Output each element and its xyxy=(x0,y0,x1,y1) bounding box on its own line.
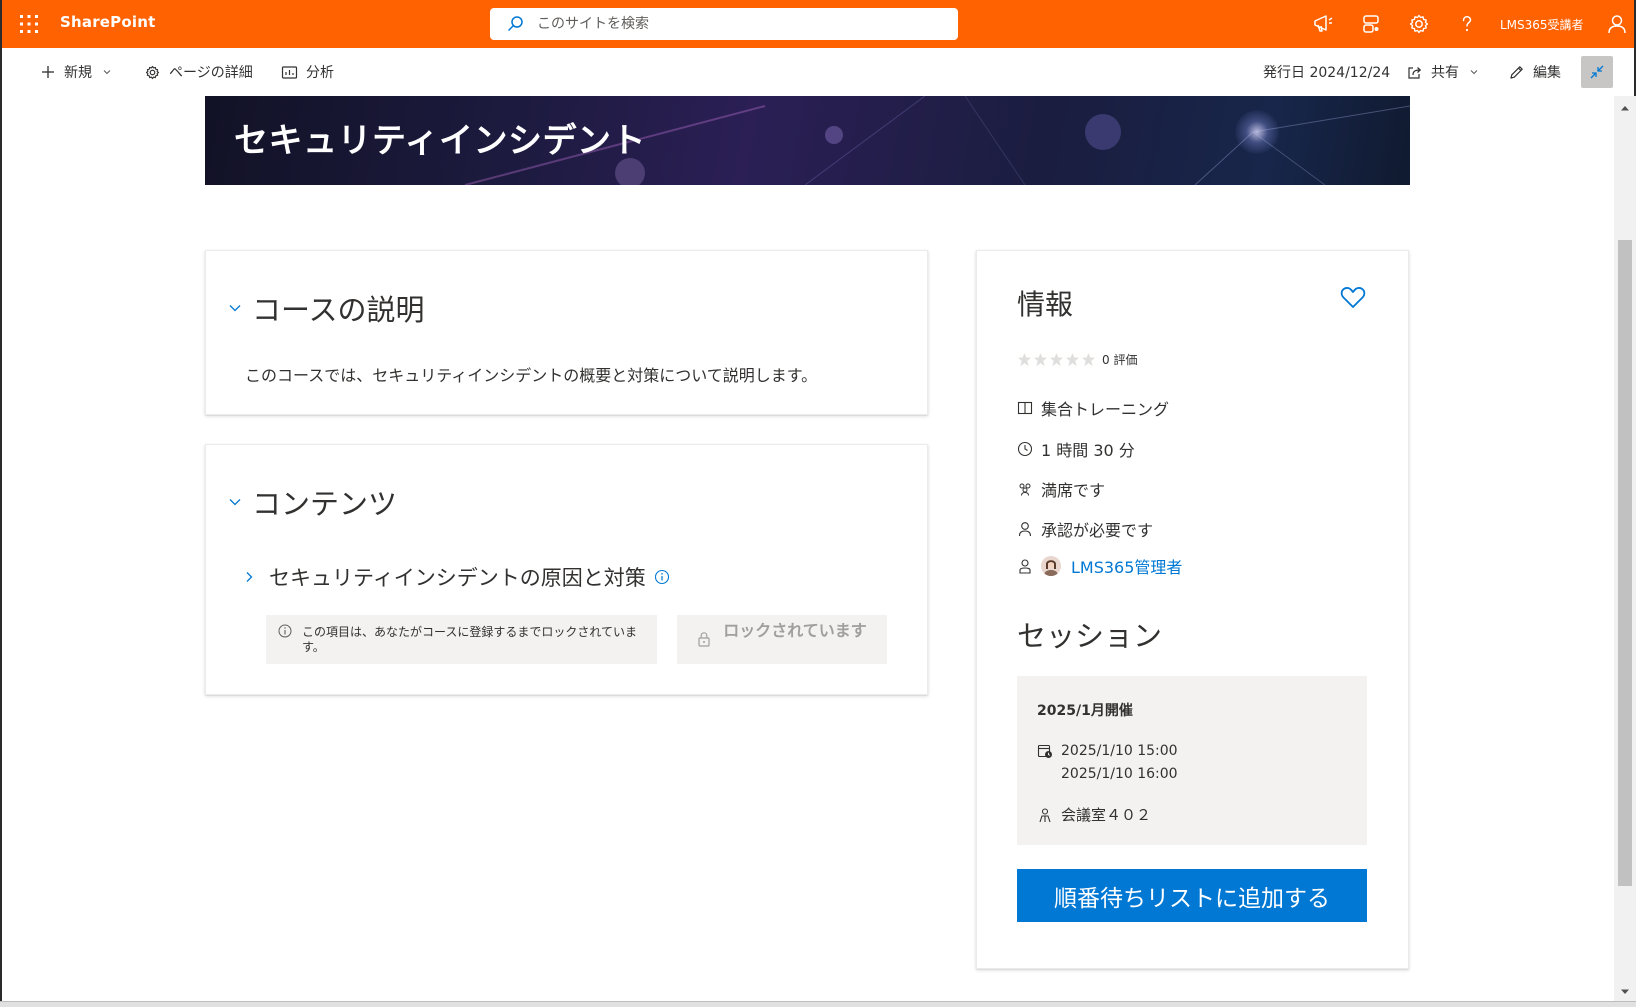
duration-row: 1 時間 30 分 xyxy=(1017,437,1135,461)
duration-text: 1 時間 30 分 xyxy=(1041,441,1135,460)
scrollbar-thumb[interactable] xyxy=(1618,240,1632,886)
star-icon xyxy=(1033,352,1048,367)
owner-person-icon xyxy=(1019,559,1031,574)
seats-text: 満席です xyxy=(1041,481,1106,500)
scroll-down-arrow-icon[interactable] xyxy=(1620,987,1630,997)
locked-item-button[interactable]: ロックされています xyxy=(677,615,887,664)
search-icon xyxy=(506,15,524,33)
course-rating[interactable]: 0 評価 xyxy=(1017,351,1137,368)
sessions-title: セッション xyxy=(1017,619,1163,653)
clock-icon xyxy=(1017,441,1033,457)
chevron-right-icon xyxy=(246,572,253,582)
new-menu-label: 新規 xyxy=(64,65,92,81)
session-card[interactable]: 2025/1月開催 2025/1/10 15:00 2025/1/10 16:0… xyxy=(1017,676,1367,845)
collapse-icon xyxy=(1590,65,1604,79)
collapse-header-button[interactable] xyxy=(1581,56,1613,88)
page-details-label: ページの詳細 xyxy=(169,65,253,81)
analytics-icon xyxy=(281,65,298,79)
page-details-button[interactable]: ページの詳細 xyxy=(144,61,253,83)
share-menu-button[interactable]: 共有 xyxy=(1406,61,1479,83)
info-icon[interactable] xyxy=(654,569,670,585)
lock-notice: この項目は、あなたがコースに登録するまでロックされています。 xyxy=(266,615,657,664)
analytics-button[interactable]: 分析 xyxy=(281,61,334,83)
session-location-text: 会議室４０２ xyxy=(1061,806,1152,824)
owner-avatar xyxy=(1041,556,1061,576)
info-panel-title: 情報 xyxy=(1017,288,1074,321)
scroll-up-arrow-icon[interactable] xyxy=(1620,103,1630,113)
lock-icon xyxy=(697,631,711,647)
session-location: 会議室４０２ xyxy=(1037,804,1151,825)
contents-section-title: コンテンツ xyxy=(252,487,398,521)
announcement-icon[interactable] xyxy=(1311,12,1335,36)
chevron-down-icon xyxy=(103,70,111,75)
course-description-text: このコースでは、セキュリティインシデントの概要と対策について説明します。 xyxy=(245,366,818,385)
owner-row: LMS365管理者 xyxy=(1017,554,1182,578)
training-type-text: 集合トレーニング xyxy=(1041,400,1170,419)
share-icon xyxy=(1408,66,1422,79)
site-search-box[interactable] xyxy=(490,8,958,40)
session-time: 2025/1/10 15:00 2025/1/10 16:00 xyxy=(1037,740,1178,786)
location-person-icon xyxy=(1039,807,1051,822)
star-icon xyxy=(1049,352,1064,367)
owner-link[interactable]: LMS365管理者 xyxy=(1071,554,1182,578)
hero-banner: セキュリティインシデント xyxy=(205,96,1410,185)
person-icon xyxy=(1018,522,1032,537)
new-menu-button[interactable]: 新規 xyxy=(40,61,112,83)
lock-notice-text: この項目は、あなたがコースに登録するまでロックされています。 xyxy=(302,625,638,654)
gear-icon xyxy=(145,65,160,79)
chevron-down-icon xyxy=(1470,70,1478,75)
suite-bar: SharePoint LMS365受講者 xyxy=(0,0,1636,48)
published-date: 発行日 2024/12/24 xyxy=(1263,65,1391,81)
share-label: 共有 xyxy=(1431,65,1459,81)
content-item-toggle[interactable]: セキュリティインシデントの原因と対策 xyxy=(243,562,670,592)
search-input[interactable] xyxy=(537,8,937,40)
user-account-icon[interactable] xyxy=(1605,12,1629,36)
window-bottom-edge xyxy=(0,1001,1636,1007)
app-launcher-icon[interactable] xyxy=(17,12,41,36)
plus-icon xyxy=(42,66,54,78)
star-icon xyxy=(1081,352,1096,367)
session-end: 2025/1/10 16:00 xyxy=(1061,766,1178,782)
training-type-row: 集合トレーニング xyxy=(1017,396,1169,420)
app-brand-link[interactable]: SharePoint xyxy=(60,13,155,31)
description-section-toggle[interactable]: コースの説明 xyxy=(228,287,425,329)
command-bar: 新規 ページの詳細 分析 発行日 2024/12/24 共有 編集 xyxy=(0,48,1636,96)
rating-count-text: 0 評価 xyxy=(1102,353,1138,367)
star-icon xyxy=(1017,352,1032,367)
people-group-icon xyxy=(1019,483,1031,496)
edit-label: 編集 xyxy=(1533,65,1561,81)
session-start: 2025/1/10 15:00 xyxy=(1061,743,1178,759)
star-icon xyxy=(1065,352,1080,367)
favorite-heart-icon[interactable] xyxy=(1340,286,1366,310)
add-to-waitlist-button[interactable]: 順番待ちリストに追加する xyxy=(1017,869,1367,922)
help-icon[interactable] xyxy=(1455,12,1479,36)
approval-text: 承認が必要です xyxy=(1041,521,1154,540)
page-scrollbar[interactable] xyxy=(1614,96,1636,1001)
locked-item-button-label: ロックされています xyxy=(723,621,867,640)
description-section-title: コースの説明 xyxy=(252,293,425,327)
course-info-panel: 情報 0 評価 集合トレーニング 1 時間 30 分 満席です 承認が必要です … xyxy=(976,250,1409,969)
analytics-label: 分析 xyxy=(306,65,334,81)
calendar-clock-icon xyxy=(1037,744,1052,758)
contents-section-toggle[interactable]: コンテンツ xyxy=(228,481,397,523)
edit-button[interactable]: 編集 xyxy=(1508,61,1561,83)
pencil-icon xyxy=(1510,65,1523,79)
approval-row: 承認が必要です xyxy=(1017,517,1153,541)
settings-gear-icon[interactable] xyxy=(1407,12,1431,36)
course-contents-card: コンテンツ セキュリティインシデントの原因と対策 この項目は、あなたがコースに登… xyxy=(205,444,928,695)
page-title: セキュリティインシデント xyxy=(234,121,646,161)
chevron-down-icon xyxy=(229,499,241,506)
chevron-down-icon xyxy=(229,305,241,312)
book-icon xyxy=(1017,401,1033,415)
user-name-label[interactable]: LMS365受講者 xyxy=(1500,16,1584,33)
info-icon xyxy=(278,624,292,638)
chat-icon[interactable] xyxy=(1359,12,1383,36)
content-item-title: セキュリティインシデントの原因と対策 xyxy=(269,566,646,590)
seats-row: 満席です xyxy=(1017,477,1105,501)
course-description-card: コースの説明 このコースでは、セキュリティインシデントの概要と対策について説明し… xyxy=(205,250,928,415)
session-name: 2025/1月開催 xyxy=(1037,703,1133,719)
